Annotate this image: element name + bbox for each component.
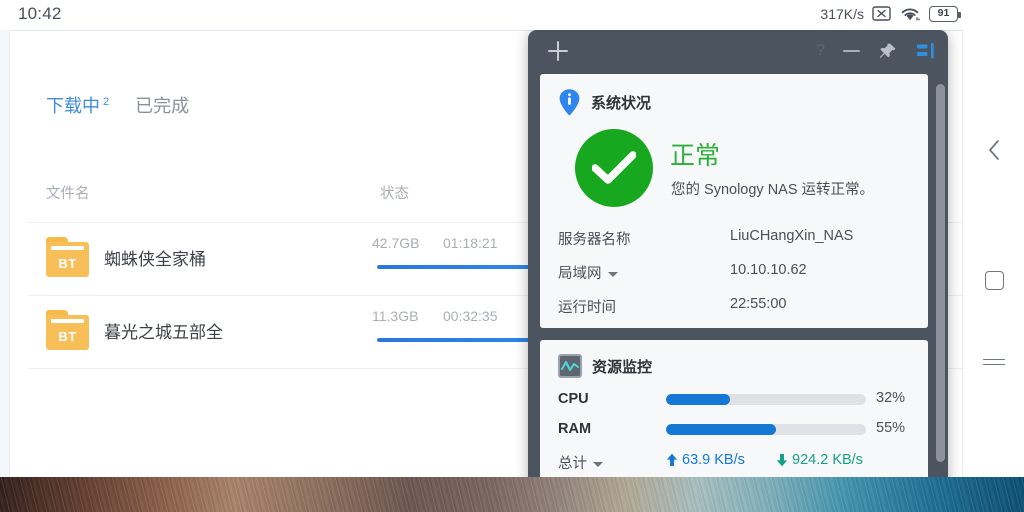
meter-label: RAM bbox=[558, 421, 592, 437]
home-square-icon[interactable] bbox=[963, 258, 1024, 302]
column-header-filename: 文件名 bbox=[46, 186, 90, 202]
download-filename: 暮光之城五部全 bbox=[104, 323, 223, 342]
download-speed: 924.2 KB/s bbox=[776, 452, 863, 468]
nas-floating-window[interactable]: ? 系统状况 正常 您的 Synology NAS 运转正常。 服务器名称 Li… bbox=[528, 30, 948, 487]
info-row-lan[interactable]: 局域网 10.10.10.62 bbox=[558, 262, 918, 296]
meter-label: CPU bbox=[558, 391, 589, 407]
ram-meter-fill bbox=[666, 424, 776, 435]
download-eta: 01:18:21 bbox=[443, 235, 498, 251]
tab-completed-label: 已完成 bbox=[135, 96, 190, 116]
health-status-title: 正常 bbox=[670, 142, 721, 170]
recents-menu-icon[interactable] bbox=[963, 340, 1024, 384]
plus-icon[interactable] bbox=[546, 39, 570, 63]
battery-icon: 91 bbox=[929, 5, 961, 22]
bt-folder-icon-label: BT bbox=[58, 329, 77, 344]
tab-downloading[interactable]: 下载中 2 bbox=[46, 92, 109, 118]
resource-monitor-title: 资源监控 bbox=[592, 358, 653, 376]
info-label-with-caret: 局域网 bbox=[558, 262, 618, 283]
cpu-percent-label: 32% bbox=[876, 390, 906, 406]
bt-folder-icon: BT bbox=[46, 237, 89, 277]
ram-meter-bar bbox=[666, 424, 866, 435]
system-health-header: 系统状况 bbox=[558, 88, 651, 116]
info-label: 服务器名称 bbox=[558, 232, 631, 248]
scrollbar-thumb[interactable] bbox=[936, 84, 945, 462]
health-status-subtitle: 您的 Synology NAS 运转正常。 bbox=[671, 182, 875, 198]
android-navigation-bar bbox=[962, 30, 1024, 477]
back-chevron-icon[interactable] bbox=[963, 128, 1024, 172]
panel-toggle-icon[interactable] bbox=[916, 42, 936, 60]
info-value: LiuCHangXin_NAS bbox=[730, 228, 854, 244]
resource-monitor-card: 资源监控 CPU 32% RAM 55% 总计 63.9 KB/s 924.2 … bbox=[540, 340, 928, 487]
chevron-down-icon[interactable] bbox=[607, 271, 618, 277]
traffic-label-with-caret[interactable]: 总计 bbox=[558, 452, 603, 473]
resource-monitor-icon bbox=[558, 354, 582, 378]
chevron-down-icon[interactable] bbox=[593, 461, 603, 467]
cpu-meter-fill bbox=[666, 394, 730, 405]
tab-downloading-badge: 2 bbox=[103, 96, 110, 108]
nas-window-body: 系统状况 正常 您的 Synology NAS 运转正常。 服务器名称 LiuC… bbox=[528, 72, 948, 487]
vertical-scrollbar[interactable] bbox=[936, 78, 945, 478]
tab-completed[interactable]: 已完成 bbox=[135, 92, 189, 118]
system-health-title: 系统状况 bbox=[591, 94, 652, 112]
desktop-wallpaper-strip bbox=[0, 477, 1024, 512]
download-speed-label: 924.2 KB/s bbox=[792, 452, 863, 468]
status-bar-right: 317K/s 91 bbox=[820, 5, 961, 22]
nas-titlebar-controls: ? bbox=[816, 30, 936, 72]
battery-level-label: 91 bbox=[937, 7, 950, 20]
status-bar: 10:42 317K/s 91 bbox=[0, 0, 1024, 30]
network-traffic-row: 总计 63.9 KB/s 924.2 KB/s bbox=[558, 450, 918, 476]
bt-folder-icon-label: BT bbox=[58, 256, 77, 271]
info-label: 局域网 bbox=[558, 266, 602, 282]
ram-percent-label: 55% bbox=[876, 420, 906, 436]
system-health-card: 系统状况 正常 您的 Synology NAS 运转正常。 服务器名称 LiuC… bbox=[540, 74, 928, 328]
info-value: 10.10.10.62 bbox=[730, 262, 807, 278]
download-tabs: 下载中 2 已完成 bbox=[46, 92, 189, 118]
arrow-down-icon bbox=[776, 453, 788, 467]
help-icon[interactable]: ? bbox=[816, 42, 825, 60]
bt-folder-icon: BT bbox=[46, 310, 89, 350]
arrow-up-icon bbox=[666, 453, 678, 467]
download-eta: 00:32:35 bbox=[443, 308, 498, 324]
status-clock: 10:42 bbox=[18, 4, 62, 23]
meter-row-cpu: CPU 32% bbox=[558, 388, 918, 418]
download-size: 42.7GB bbox=[372, 235, 420, 251]
upload-speed: 63.9 KB/s bbox=[666, 452, 745, 468]
screen-root: 10:42 317K/s 91 下载中 2 已完成 文件名 状态 BT 蜘蛛侠全… bbox=[0, 0, 1024, 512]
nas-window-titlebar[interactable]: ? bbox=[528, 30, 948, 72]
info-row-server-name: 服务器名称 LiuCHangXin_NAS bbox=[558, 228, 918, 262]
column-header-status: 状态 bbox=[380, 186, 409, 202]
minimize-icon[interactable] bbox=[843, 49, 860, 53]
check-circle-icon bbox=[575, 129, 653, 207]
info-pin-icon bbox=[558, 88, 581, 116]
meter-row-ram: RAM 55% bbox=[558, 418, 918, 448]
wifi-icon bbox=[899, 5, 921, 22]
traffic-label: 总计 bbox=[558, 456, 587, 472]
tab-downloading-label: 下载中 bbox=[46, 96, 100, 116]
resource-monitor-header: 资源监控 bbox=[558, 354, 652, 378]
info-label: 运行时间 bbox=[558, 300, 616, 316]
network-speed-label: 317K/s bbox=[820, 5, 864, 22]
info-value: 22:55:00 bbox=[730, 296, 787, 312]
download-size: 11.3GB bbox=[372, 308, 419, 324]
pin-icon[interactable] bbox=[878, 41, 898, 61]
cpu-meter-bar bbox=[666, 394, 866, 405]
no-sim-icon bbox=[872, 6, 891, 21]
upload-speed-label: 63.9 KB/s bbox=[682, 452, 745, 468]
download-filename: 蜘蛛侠全家桶 bbox=[104, 250, 206, 269]
info-row-uptime: 运行时间 22:55:00 bbox=[558, 296, 918, 330]
